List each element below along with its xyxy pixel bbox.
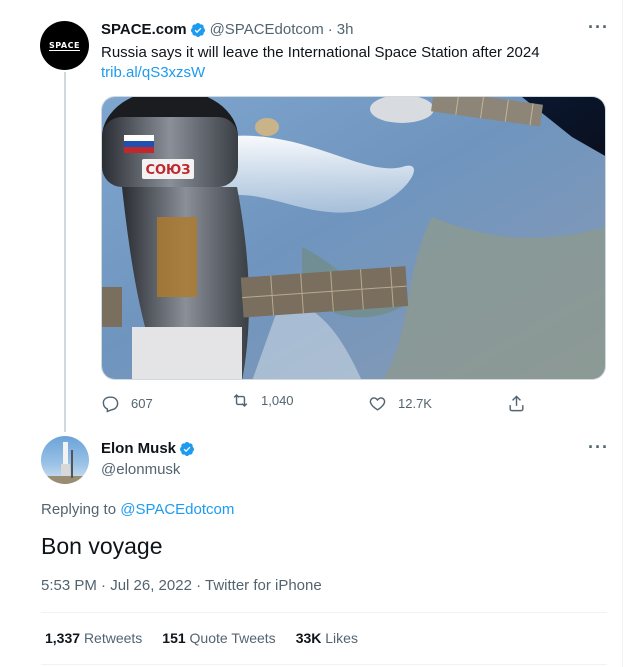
retweet-button[interactable]: 1,040 (231, 391, 294, 410)
likes-count: 33K (295, 630, 322, 646)
likes-stat[interactable]: 33K Likes (296, 630, 358, 646)
retweet-count: 1,040 (261, 393, 294, 408)
divider (41, 664, 607, 665)
quotes-label: Quote Tweets (189, 630, 276, 646)
rocket-avatar-icon (41, 442, 89, 484)
reply-icon (102, 396, 119, 413)
tweet-time[interactable]: 3h (337, 21, 354, 38)
avatar-space[interactable]: SPACE (40, 21, 89, 70)
replying-to: Replying to @SPACEdotcom (41, 501, 234, 518)
tweet-image[interactable]: COЮЗ (101, 96, 606, 380)
author-handle[interactable]: @SPACEdotcom (210, 21, 324, 38)
tweet-text: Bon voyage (41, 533, 163, 559)
avatar-elon[interactable] (41, 436, 89, 484)
author-name[interactable]: Elon Musk (101, 440, 176, 457)
soyuz-label: COЮЗ (145, 163, 190, 178)
divider (41, 612, 607, 613)
author-handle[interactable]: @elonmusk (101, 461, 180, 478)
author-name[interactable]: SPACE.com (101, 21, 187, 38)
tweet-stats: 1,337 Retweets 151 Quote Tweets 33K Like… (45, 630, 358, 646)
replying-to-link[interactable]: @SPACEdotcom (120, 501, 234, 518)
verified-badge-icon (180, 441, 195, 456)
tweet-text: Russia says it will leave the Internatio… (101, 44, 540, 61)
space-logo: SPACE (49, 40, 80, 51)
thread-connector-line (64, 72, 66, 432)
separator-dot: · (327, 21, 333, 38)
more-options-icon[interactable]: ··· (588, 17, 609, 38)
tweet-link[interactable]: trib.al/qS3xzsW (101, 64, 205, 81)
retweet-icon (233, 393, 248, 408)
share-button[interactable] (507, 394, 537, 413)
reply-count: 607 (131, 396, 153, 411)
retweets-label: Retweets (83, 630, 143, 646)
quotes-count: 151 (162, 630, 186, 646)
retweets-stat[interactable]: 1,337 Retweets (45, 630, 142, 646)
heart-icon (369, 397, 386, 411)
more-options-icon[interactable]: ··· (588, 437, 609, 458)
tweet1-header: SPACE.com @SPACEdotcom · 3h (101, 21, 353, 38)
share-icon (509, 395, 524, 412)
replying-prefix: Replying to (41, 501, 117, 518)
like-count: 12.7K (398, 396, 432, 411)
verified-badge-icon (190, 22, 205, 37)
tweet-timestamp[interactable]: 5:53 PM · Jul 26, 2022 · Twitter for iPh… (41, 577, 322, 594)
tweet2-header: Elon Musk (101, 440, 195, 457)
column-border (622, 0, 623, 667)
retweets-count: 1,337 (45, 630, 81, 646)
reply-button[interactable]: 607 (101, 394, 153, 413)
quotes-stat[interactable]: 151 Quote Tweets (162, 630, 275, 646)
likes-label: Likes (325, 630, 358, 646)
iss-earth-photo-icon: COЮЗ (102, 97, 605, 379)
like-button[interactable]: 12.7K (368, 394, 432, 413)
